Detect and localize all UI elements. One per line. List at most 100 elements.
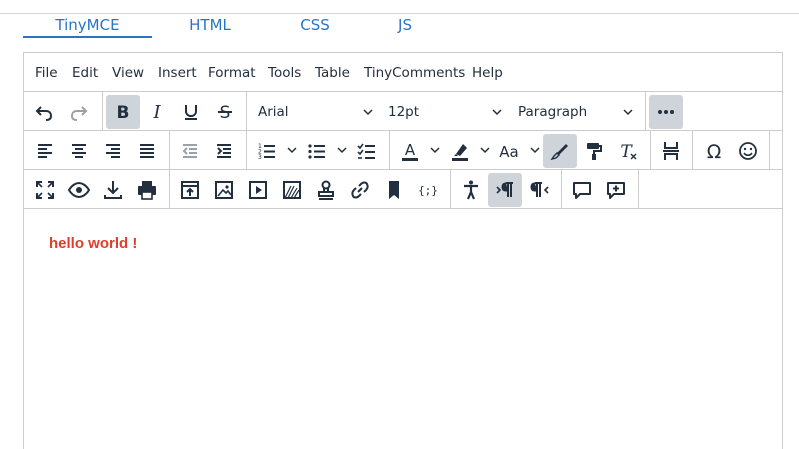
menu-view[interactable]: View xyxy=(112,65,144,81)
text-color-button[interactable]: A xyxy=(393,134,427,168)
special-character-button[interactable]: Ω xyxy=(697,134,731,168)
toolbar-separator xyxy=(169,131,170,170)
print-button[interactable] xyxy=(130,173,164,207)
format-painter-button[interactable] xyxy=(577,134,611,168)
bold-button[interactable]: B xyxy=(106,95,140,129)
preview-icon xyxy=(67,181,91,199)
chevron-down-icon xyxy=(622,106,634,118)
comment-button[interactable] xyxy=(565,173,599,207)
justify-icon xyxy=(140,144,154,158)
align-center-button[interactable] xyxy=(62,134,96,168)
accessibility-icon xyxy=(464,180,478,200)
svg-text:I: I xyxy=(152,102,161,123)
block-format-select[interactable]: Paragraph xyxy=(518,96,640,128)
undo-button[interactable] xyxy=(27,95,61,129)
more-button[interactable] xyxy=(649,95,683,129)
stamp-button[interactable] xyxy=(309,173,343,207)
justify-button[interactable] xyxy=(130,134,164,168)
align-right-button[interactable] xyxy=(96,134,130,168)
media-button[interactable] xyxy=(241,173,275,207)
tab-tinymce[interactable]: TinyMCE xyxy=(23,16,152,38)
undo-icon xyxy=(35,106,53,121)
toolbar-separator xyxy=(692,131,693,170)
export-button[interactable] xyxy=(96,173,130,207)
add-comment-button[interactable] xyxy=(599,173,633,207)
chevron-down-icon xyxy=(491,106,503,118)
menubar: File Edit View Insert Format Tools Table… xyxy=(24,53,782,92)
upload-icon xyxy=(181,181,199,199)
svg-text:3: 3 xyxy=(258,154,262,161)
ltr-paragraph-icon xyxy=(496,182,513,197)
menu-tinycomments[interactable]: TinyComments xyxy=(364,65,465,81)
highlight-icon xyxy=(452,144,468,161)
numbered-list-icon: 123 xyxy=(258,143,275,161)
preview-button[interactable] xyxy=(62,173,96,207)
letter-case-icon: Aa xyxy=(499,143,518,161)
tab-js[interactable]: JS xyxy=(385,16,425,38)
menu-tools[interactable]: Tools xyxy=(268,65,301,81)
bullet-list-dropdown[interactable] xyxy=(336,144,348,156)
clear-formatting-icon: T xyxy=(620,142,637,162)
template-icon xyxy=(283,181,301,199)
checklist-button[interactable] xyxy=(350,134,384,168)
page-break-icon xyxy=(663,142,679,160)
text-color-dropdown[interactable] xyxy=(429,144,441,156)
font-size-select[interactable]: 12pt xyxy=(388,96,506,128)
menu-edit[interactable]: Edit xyxy=(72,65,98,81)
letter-case-dropdown[interactable] xyxy=(529,144,541,156)
outdent-icon xyxy=(182,144,197,158)
clear-formatting-button[interactable]: T xyxy=(611,134,645,168)
print-icon xyxy=(138,181,156,200)
align-left-button[interactable] xyxy=(28,134,62,168)
menu-table[interactable]: Table xyxy=(315,65,350,81)
add-comment-icon xyxy=(607,182,625,199)
emoticons-button[interactable] xyxy=(731,134,765,168)
chevron-down-icon xyxy=(287,147,297,154)
toolbar-separator xyxy=(645,92,646,131)
underline-button[interactable] xyxy=(174,95,208,129)
tab-css[interactable]: CSS xyxy=(287,16,343,38)
comment-icon xyxy=(573,182,591,199)
image-button[interactable] xyxy=(207,173,241,207)
svg-text:{;}: {;} xyxy=(418,184,438,197)
template-button[interactable] xyxy=(275,173,309,207)
editor-content-area[interactable]: hello world ! xyxy=(24,209,782,449)
toolbar-row-3: {;} xyxy=(24,170,782,209)
accessibility-button[interactable] xyxy=(454,173,488,207)
tab-html[interactable]: HTML xyxy=(175,16,245,38)
menu-format[interactable]: Format xyxy=(208,65,256,81)
highlighter-button[interactable] xyxy=(543,134,577,168)
more-icon xyxy=(658,110,674,114)
menu-help[interactable]: Help xyxy=(472,65,503,81)
strikethrough-button[interactable]: S xyxy=(208,95,242,129)
code-sample-button[interactable]: {;} xyxy=(411,173,445,207)
numbered-list-dropdown[interactable] xyxy=(286,144,298,156)
font-family-select[interactable]: Arial xyxy=(258,96,376,128)
menu-insert[interactable]: Insert xyxy=(158,65,197,81)
page-break-button[interactable] xyxy=(654,134,688,168)
highlight-color-button[interactable] xyxy=(443,134,477,168)
fullscreen-button[interactable] xyxy=(28,173,62,207)
letter-case-button[interactable]: Aa xyxy=(493,134,527,168)
italic-icon: I xyxy=(152,102,161,123)
redo-button[interactable] xyxy=(62,95,96,129)
rtl-paragraph-button[interactable] xyxy=(522,173,556,207)
upload-button[interactable] xyxy=(173,173,207,207)
highlight-color-dropdown[interactable] xyxy=(479,144,491,156)
outdent-button[interactable] xyxy=(173,134,207,168)
italic-button[interactable]: I xyxy=(140,95,174,129)
toolbar-separator xyxy=(561,170,562,209)
link-button[interactable] xyxy=(343,173,377,207)
bookmark-button[interactable] xyxy=(377,173,411,207)
bullet-list-button[interactable] xyxy=(300,134,334,168)
svg-text:A: A xyxy=(405,141,416,159)
chevron-down-icon xyxy=(362,106,374,118)
numbered-list-button[interactable]: 123 xyxy=(250,134,284,168)
svg-text:B: B xyxy=(117,103,130,123)
bold-icon: B xyxy=(117,103,130,123)
indent-button[interactable] xyxy=(207,134,241,168)
menu-file[interactable]: File xyxy=(35,65,58,81)
ltr-paragraph-button[interactable] xyxy=(488,173,522,207)
toolbar-row-2: 123 A Aa T Ω xyxy=(24,131,782,170)
content-paragraph[interactable]: hello world ! xyxy=(49,235,137,252)
